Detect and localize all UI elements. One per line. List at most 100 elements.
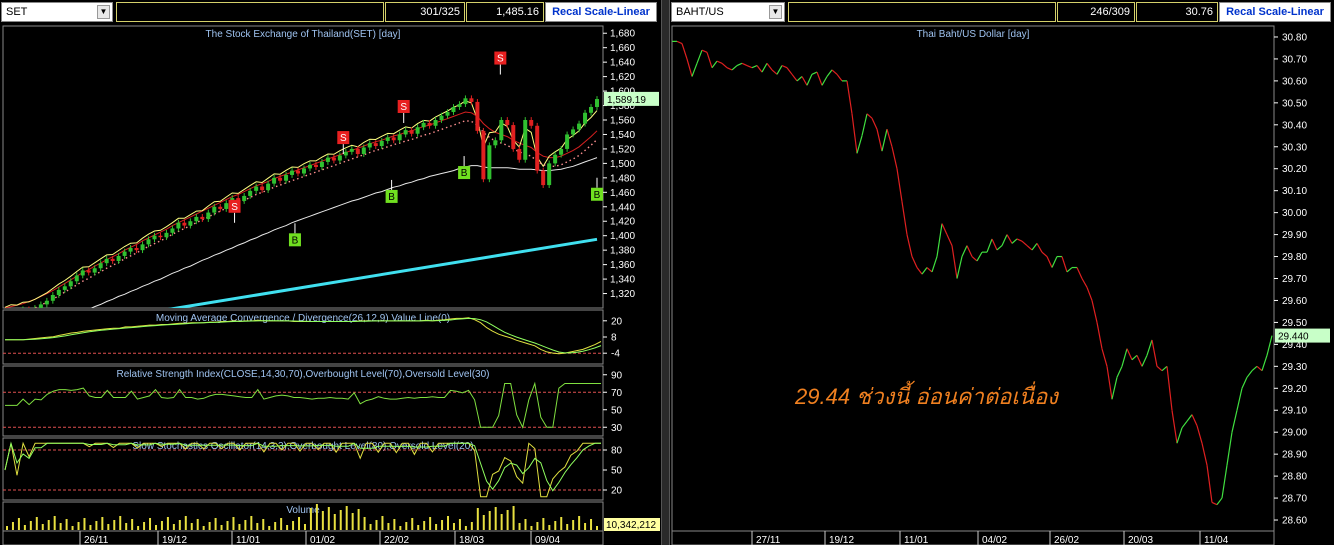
buy-signal-label: B: [388, 192, 395, 203]
y-tick-label: 28.90: [1282, 450, 1307, 461]
volume-bar: [452, 523, 455, 530]
candle-body: [529, 120, 534, 126]
volume-bar: [309, 508, 312, 530]
x-tick-label: 18/03: [459, 535, 484, 545]
volume-bar: [202, 526, 205, 530]
candle-body: [116, 255, 121, 261]
candle-body: [337, 155, 342, 161]
y-tick-label: 30.30: [1282, 142, 1307, 153]
volume-bar: [458, 519, 461, 530]
candle-body: [397, 134, 402, 141]
pane-splitter[interactable]: [661, 0, 670, 545]
volume-bar: [518, 523, 521, 530]
candle-body: [403, 130, 408, 135]
volume-bar: [101, 517, 104, 530]
candle-body: [62, 286, 67, 290]
y-tick-label: 1,540: [610, 130, 635, 141]
volume-bar: [11, 522, 14, 530]
volume-bar: [303, 524, 306, 530]
sell-signal-label: S: [231, 202, 238, 213]
candle-body: [511, 125, 516, 149]
volume-bar: [405, 522, 408, 530]
candle-body: [140, 244, 145, 251]
candle-body: [475, 101, 480, 131]
candle-body: [457, 104, 462, 107]
candle-body: [254, 186, 259, 191]
set-chart-svg: The Stock Exchange of Thailand(SET) [day…: [2, 25, 660, 545]
volume-bar: [71, 526, 74, 530]
y-tick-label: 1,340: [610, 275, 635, 286]
volume-bar: [470, 522, 473, 530]
candle-body: [523, 120, 528, 160]
volume-bar: [89, 525, 92, 530]
y-tick-label: 1,400: [610, 231, 635, 242]
volume-bar: [131, 519, 134, 530]
volume-bar: [208, 522, 211, 530]
volume-bar: [369, 524, 372, 530]
price-panel-frame: [2, 25, 604, 309]
volume-bar: [125, 523, 128, 530]
candle-body: [355, 148, 360, 154]
rsi-panel-tick-label: 70: [611, 388, 623, 399]
candle-body: [373, 143, 378, 147]
sell-signal-label: S: [497, 54, 504, 65]
y-tick-label: 29.50: [1282, 318, 1307, 329]
candle-body: [451, 106, 456, 113]
volume-bar: [333, 514, 336, 530]
set-chart-pane: SET ▼ 301/325 1,485.16 Recal Scale-Linea…: [0, 0, 661, 545]
candle-body: [565, 134, 570, 149]
volume-bar: [17, 518, 20, 530]
volume-bar: [83, 518, 86, 530]
candle-body: [307, 164, 312, 169]
candle-body: [493, 140, 498, 146]
volume-bar: [244, 520, 247, 530]
candle-body: [343, 151, 348, 156]
last-price-label: 1,589.19: [607, 95, 646, 106]
volume-bar: [137, 526, 140, 530]
candle-body: [200, 216, 205, 220]
macd-panel-tick-label: -4: [611, 349, 620, 360]
x-tick-label: 19/12: [829, 535, 854, 545]
x-tick-label: 26/11: [84, 535, 109, 545]
candle-body: [541, 170, 546, 186]
volume-bar: [190, 523, 193, 530]
volume-bar: [548, 525, 551, 530]
candle-body: [367, 143, 372, 148]
volume-bar: [441, 520, 444, 530]
candle-body: [499, 120, 504, 141]
volume-bar: [411, 518, 414, 530]
candle-body: [164, 232, 169, 238]
x-tick-label: 09/04: [535, 535, 560, 545]
candle-body: [122, 251, 127, 256]
volume-bar: [41, 524, 44, 530]
rsi-panel-tick-label: 50: [611, 405, 623, 416]
stoch-panel-tick-label: 20: [611, 486, 623, 497]
volume-bar: [554, 521, 557, 530]
volume-bar: [512, 506, 515, 530]
candle-body: [589, 106, 594, 113]
x-tick-label: 19/12: [162, 535, 187, 545]
baht-chart-pane: BAHT/US ▼ 246/309 30.76 Recal Scale-Line…: [670, 0, 1334, 545]
volume-bar: [351, 513, 354, 530]
volume-bar: [23, 525, 26, 530]
candle-body: [218, 206, 223, 209]
volume-bar: [315, 504, 318, 530]
volume-bar: [321, 511, 324, 530]
candle-body: [266, 183, 271, 191]
volume-bar: [524, 519, 527, 530]
candle-body: [349, 148, 354, 152]
volume-bar: [393, 519, 396, 530]
candle-body: [487, 145, 492, 180]
candle-body: [242, 195, 247, 201]
candle-body: [128, 247, 133, 252]
volume-bar: [184, 516, 187, 530]
volume-bar: [345, 506, 348, 530]
candle-body: [325, 157, 330, 162]
volume-bar: [339, 510, 342, 530]
x-tick-label: 04/02: [982, 535, 1007, 545]
sell-signal-label: S: [340, 133, 347, 144]
y-tick-label: 1,680: [610, 29, 635, 40]
candle-body: [38, 304, 43, 308]
y-tick-label: 30.50: [1282, 98, 1307, 109]
volume-bar: [542, 518, 545, 530]
